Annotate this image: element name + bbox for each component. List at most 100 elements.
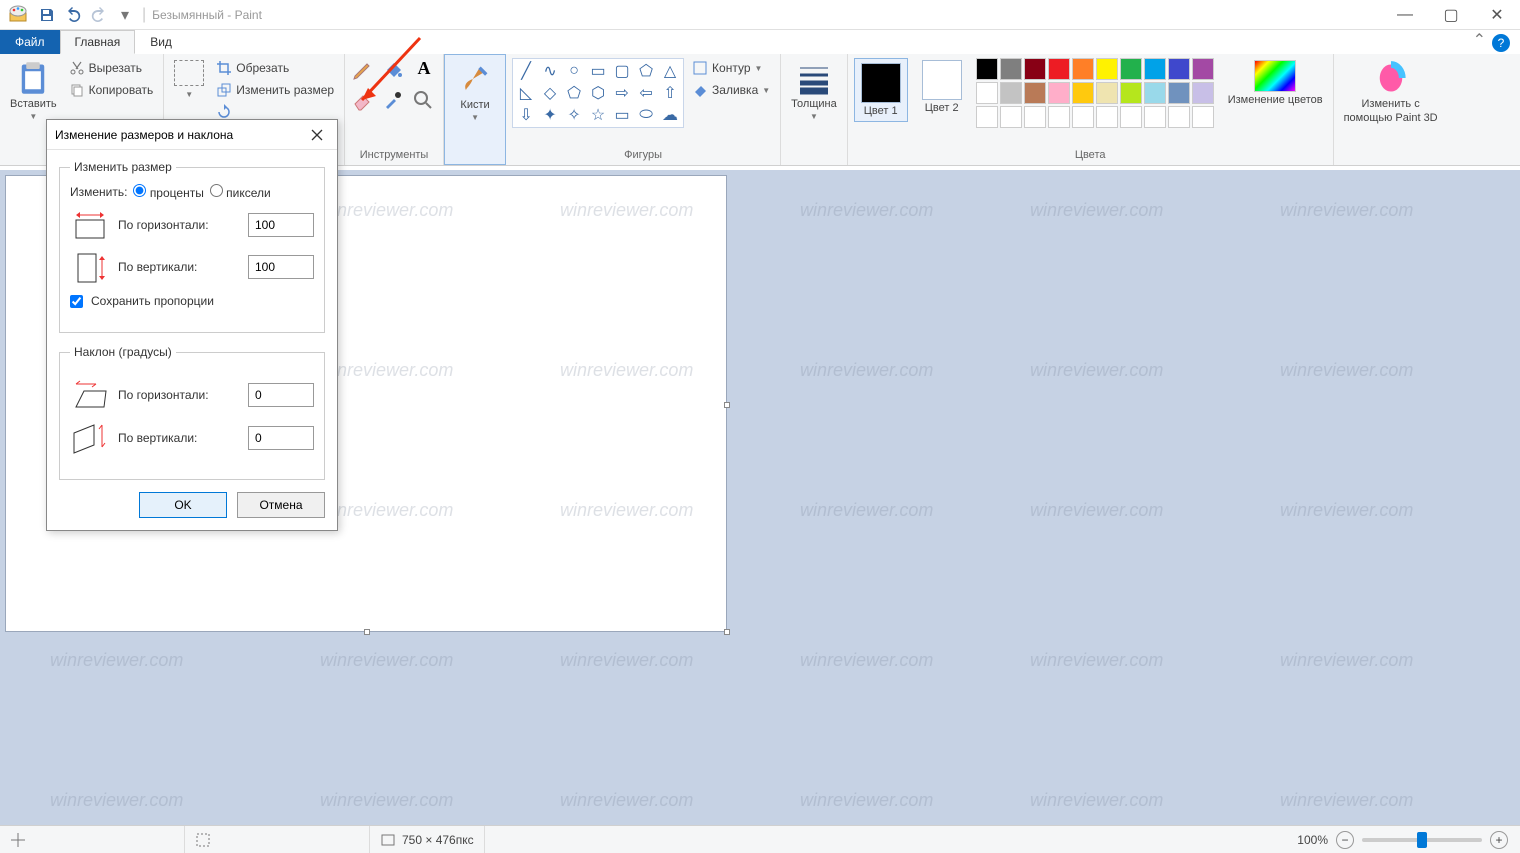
- resize-handle-e[interactable]: [724, 402, 730, 408]
- palette-color[interactable]: [1144, 58, 1166, 80]
- palette-color[interactable]: [1048, 106, 1070, 128]
- chevron-down-icon: ▼: [471, 113, 479, 122]
- chevron-down-icon: ▼: [29, 112, 37, 121]
- paint3d-button[interactable]: Изменить с помощью Paint 3D: [1340, 58, 1442, 126]
- palette-color[interactable]: [1192, 82, 1214, 104]
- palette-color[interactable]: [1072, 82, 1094, 104]
- radio-pixels[interactable]: пиксели: [210, 184, 271, 200]
- palette-color[interactable]: [1072, 106, 1094, 128]
- resize-button[interactable]: Изменить размер: [212, 80, 338, 100]
- cancel-button[interactable]: Отмена: [237, 492, 325, 518]
- cut-button[interactable]: Вырезать: [65, 58, 158, 78]
- paste-button[interactable]: Вставить ▼: [6, 58, 61, 123]
- zoom-out-button[interactable]: −: [1336, 831, 1354, 849]
- resize-vert-icon: [70, 250, 110, 284]
- window-title: Безымянный - Paint: [152, 8, 262, 22]
- chevron-down-icon: ▼: [810, 112, 818, 121]
- thickness-button[interactable]: Толщина ▼: [787, 58, 841, 123]
- select-button[interactable]: ▼: [170, 58, 208, 101]
- crop-button[interactable]: Обрезать: [212, 58, 338, 78]
- palette-color[interactable]: [1168, 82, 1190, 104]
- zoom-slider[interactable]: [1362, 838, 1482, 842]
- shapes-gallery[interactable]: ╱∿○▭▢⬠△ ◺◇⬠⬡⇨⇦⇧ ⇩✦✧☆▭⬭☁: [512, 58, 684, 128]
- eyedropper-icon[interactable]: [381, 88, 407, 117]
- palette-color[interactable]: [1096, 82, 1118, 104]
- maximize-button[interactable]: ▢: [1428, 0, 1474, 30]
- resize-fieldset: Изменить размер Изменить: проценты пиксе…: [59, 160, 325, 333]
- pencil-icon[interactable]: [351, 58, 377, 87]
- close-button[interactable]: ✕: [1474, 0, 1520, 30]
- color-palette[interactable]: [976, 58, 1214, 128]
- palette-color[interactable]: [1168, 58, 1190, 80]
- palette-color[interactable]: [976, 58, 998, 80]
- skew-horiz-input[interactable]: [248, 383, 314, 407]
- palette-color[interactable]: [1120, 106, 1142, 128]
- zoom-in-button[interactable]: +: [1490, 831, 1508, 849]
- collapse-ribbon-icon[interactable]: ⌃: [1473, 30, 1486, 50]
- palette-color[interactable]: [1072, 58, 1094, 80]
- bucket-icon[interactable]: [381, 58, 407, 87]
- palette-color[interactable]: [1168, 106, 1190, 128]
- magnifier-icon[interactable]: [411, 88, 437, 117]
- resize-horiz-icon: [70, 210, 110, 240]
- palette-color[interactable]: [1000, 106, 1022, 128]
- dialog-title: Изменение размеров и наклона: [55, 128, 233, 142]
- redo-icon[interactable]: [88, 4, 110, 26]
- copy-button[interactable]: Копировать: [65, 80, 158, 100]
- color2-button[interactable]: Цвет 2: [918, 58, 966, 116]
- palette-color[interactable]: [1192, 106, 1214, 128]
- tab-file[interactable]: Файл: [0, 30, 60, 54]
- radio-percent[interactable]: проценты: [133, 184, 203, 200]
- color1-button[interactable]: Цвет 1: [854, 58, 908, 122]
- separator: |: [142, 6, 146, 24]
- brushes-button[interactable]: Кисти ▼: [453, 59, 497, 124]
- palette-color[interactable]: [1024, 58, 1046, 80]
- skew-vert-input[interactable]: [248, 426, 314, 450]
- chevron-down-icon: ▼: [185, 90, 193, 99]
- app-icon: [6, 3, 30, 27]
- qat-customize-icon[interactable]: ▾: [114, 4, 136, 26]
- edit-colors-button[interactable]: Изменение цветов: [1224, 58, 1327, 108]
- palette-color[interactable]: [1048, 58, 1070, 80]
- eraser-icon[interactable]: [351, 88, 377, 117]
- palette-color[interactable]: [1192, 58, 1214, 80]
- palette-color[interactable]: [1096, 106, 1118, 128]
- palette-color[interactable]: [1144, 82, 1166, 104]
- quick-access-toolbar: ▾: [36, 4, 136, 26]
- resize-vert-input[interactable]: [248, 255, 314, 279]
- group-tools: A Инструменты: [345, 54, 444, 165]
- select-icon: [174, 60, 204, 86]
- keep-ratio-checkbox[interactable]: Сохранить пропорции: [70, 294, 314, 308]
- resize-handle-s[interactable]: [364, 629, 370, 635]
- palette-color[interactable]: [1000, 82, 1022, 104]
- palette-color[interactable]: [1096, 58, 1118, 80]
- title-bar: ▾ | Безымянный - Paint — ▢ ✕: [0, 0, 1520, 30]
- text-icon[interactable]: A: [411, 58, 437, 79]
- tab-view[interactable]: Вид: [135, 30, 187, 54]
- dialog-close-button[interactable]: [305, 123, 329, 147]
- outline-button[interactable]: Контур▼: [688, 58, 774, 78]
- save-icon[interactable]: [36, 4, 58, 26]
- resize-horiz-input[interactable]: [248, 213, 314, 237]
- sb-selection-size: [185, 826, 370, 853]
- skew-horiz-icon: [70, 379, 110, 411]
- palette-color[interactable]: [1144, 106, 1166, 128]
- resize-handle-se[interactable]: [724, 629, 730, 635]
- undo-icon[interactable]: [62, 4, 84, 26]
- palette-color[interactable]: [1120, 82, 1142, 104]
- minimize-button[interactable]: —: [1382, 0, 1428, 30]
- help-icon[interactable]: ?: [1492, 34, 1510, 52]
- palette-color[interactable]: [1120, 58, 1142, 80]
- palette-color[interactable]: [976, 106, 998, 128]
- palette-color[interactable]: [1024, 106, 1046, 128]
- palette-color[interactable]: [1024, 82, 1046, 104]
- status-bar: 750 × 476пкс 100% − +: [0, 825, 1520, 853]
- ribbon-tabs: Файл Главная Вид ⌃ ?: [0, 30, 1520, 54]
- sb-cursor-pos: [0, 826, 185, 853]
- palette-color[interactable]: [1000, 58, 1022, 80]
- fill-button[interactable]: Заливка▼: [688, 80, 774, 100]
- palette-color[interactable]: [976, 82, 998, 104]
- palette-color[interactable]: [1048, 82, 1070, 104]
- ok-button[interactable]: OK: [139, 492, 227, 518]
- tab-home[interactable]: Главная: [60, 30, 136, 54]
